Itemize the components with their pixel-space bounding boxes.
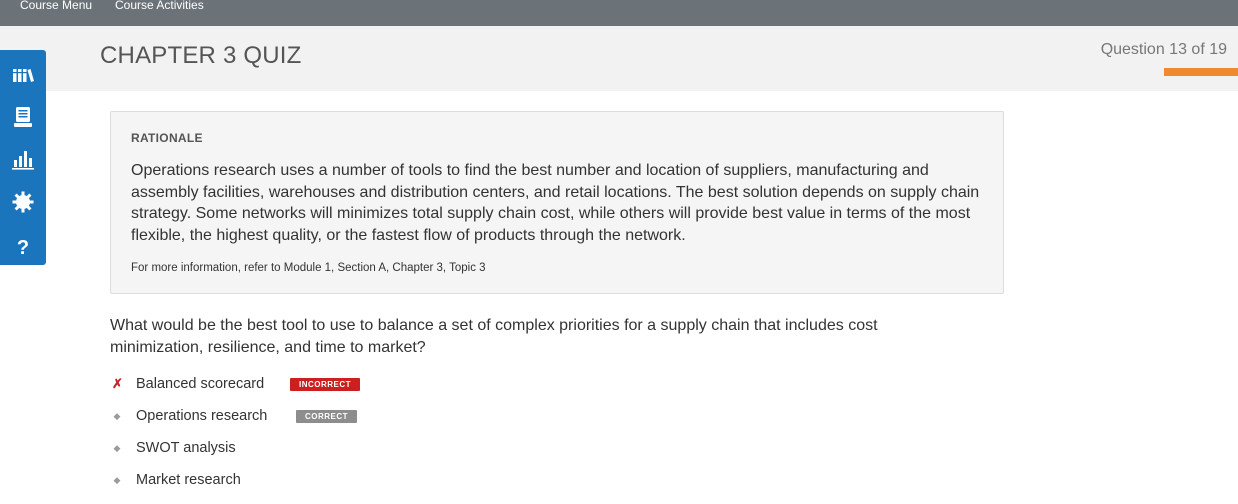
top-nav-bar: Course Menu Course Activities (0, 0, 1238, 26)
answer-label: Market research (136, 472, 241, 488)
notebook-icon[interactable] (11, 105, 35, 129)
question-counter: Question 13 of 19 (1100, 41, 1227, 58)
bullet-icon: ◆ (113, 411, 121, 421)
course-activities-link[interactable]: Course Activities (115, 0, 204, 12)
answer-label: Balanced scorecard (136, 376, 265, 392)
rationale-reference: For more information, refer to Module 1,… (131, 262, 486, 274)
bar-chart-icon[interactable] (11, 147, 35, 171)
page-title: CHAPTER 3 QUIZ (100, 42, 302, 69)
gear-icon[interactable] (11, 190, 35, 214)
answer-label: Operations research (136, 408, 268, 424)
incorrect-x-icon: ✗ (112, 376, 123, 391)
library-icon[interactable] (11, 63, 35, 87)
help-icon[interactable]: ? (11, 234, 35, 258)
quiz-header: CHAPTER 3 QUIZ Question 13 of 19 (0, 26, 1238, 91)
question-progress-bar (1164, 68, 1238, 76)
answer-label: SWOT analysis (136, 440, 236, 456)
bullet-icon: ◆ (113, 443, 121, 453)
rationale-title: RATIONALE (131, 131, 203, 145)
course-menu-link[interactable]: Course Menu (20, 0, 92, 12)
question-text: What would be the best tool to use to ba… (110, 317, 878, 356)
incorrect-badge: INCORRECT (290, 378, 361, 391)
svg-text:?: ? (17, 237, 29, 258)
correct-badge: CORRECT (296, 410, 358, 423)
rationale-body: Operations research uses a number of too… (131, 162, 980, 244)
sidebar: ? (0, 50, 46, 265)
rationale-panel: RATIONALE Operations research uses a num… (110, 111, 1004, 294)
bullet-icon: ◆ (113, 475, 121, 485)
